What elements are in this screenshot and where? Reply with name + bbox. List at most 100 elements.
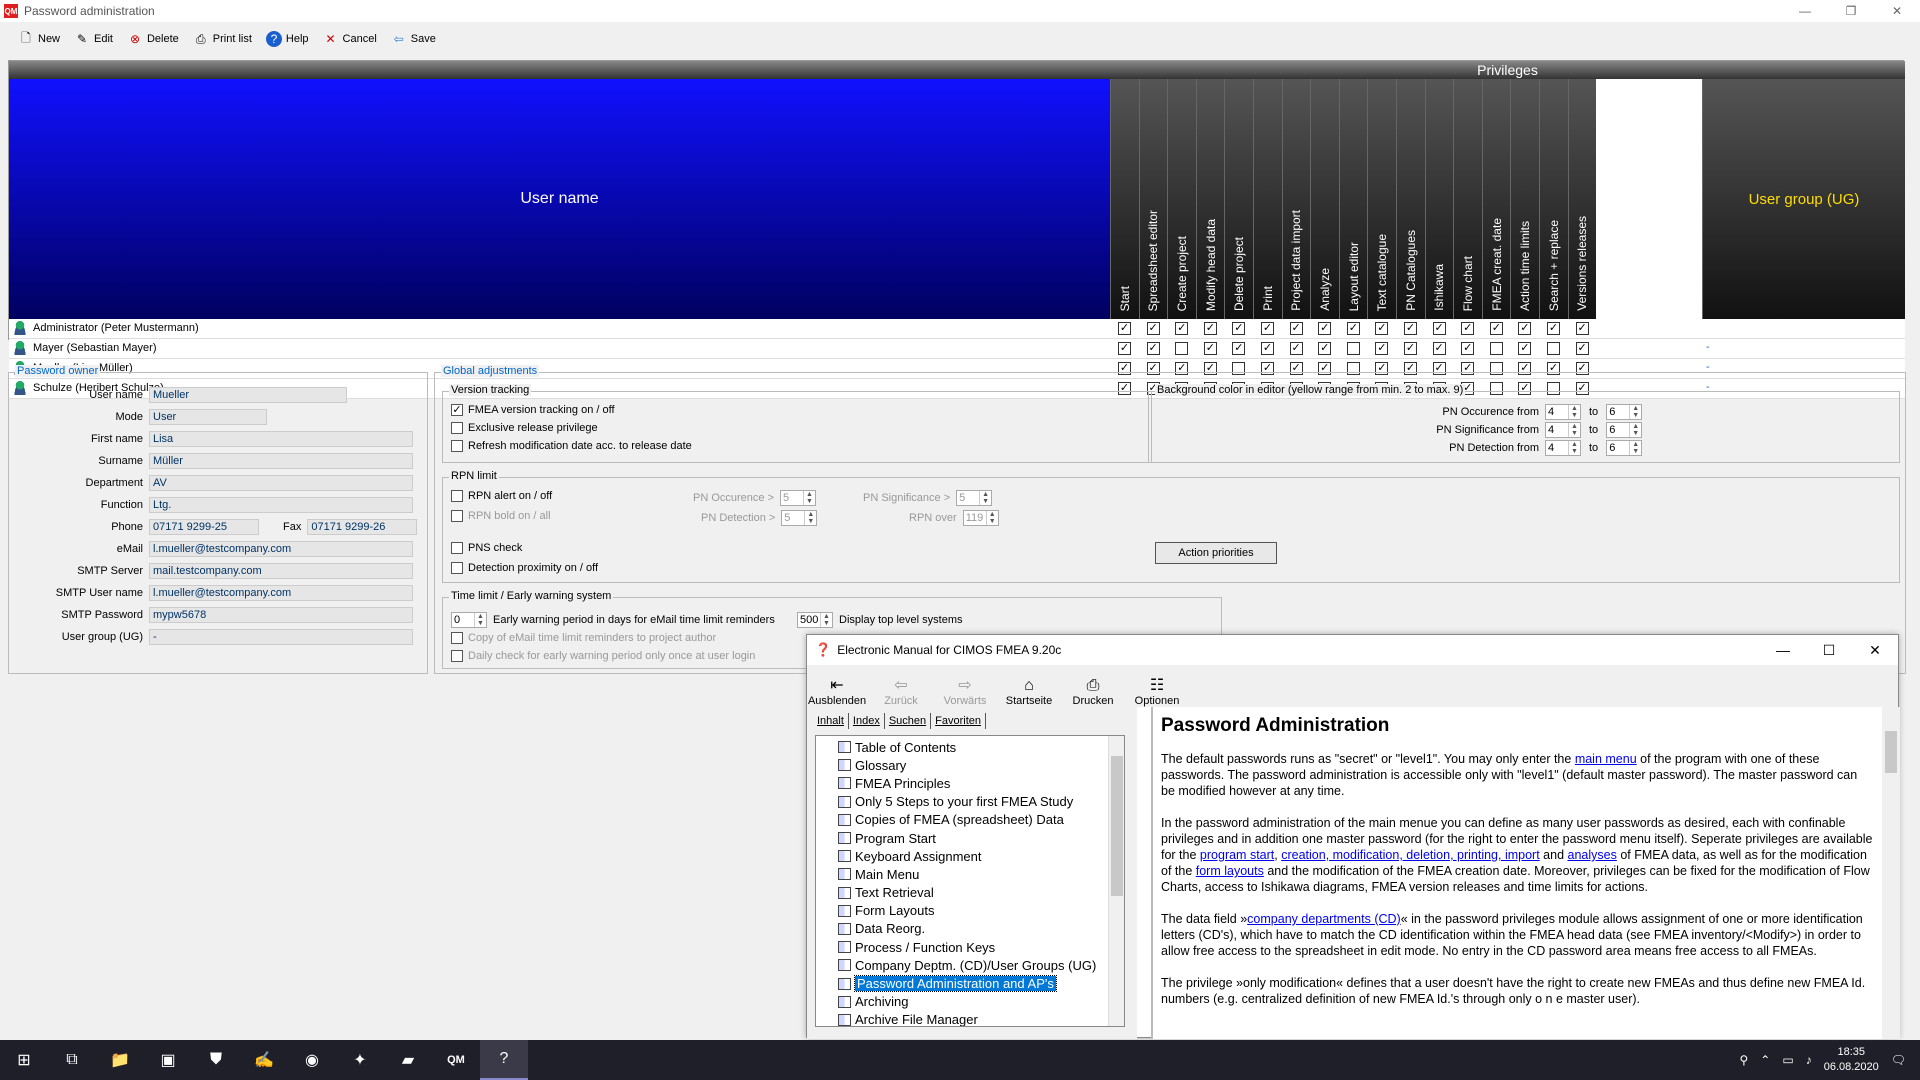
version-tracking-checkbox[interactable]: Exclusive release privilege (451, 422, 598, 434)
owner-field-value[interactable]: l.mueller@testcompany.com (149, 541, 413, 557)
privilege-checkbox[interactable]: ✓ (1175, 322, 1189, 335)
owner-field-value[interactable]: Lisa (149, 431, 413, 447)
range-from-spinner[interactable]: 4 ▲ ▼ (1545, 440, 1581, 456)
copy-reminders-checkbox[interactable]: Copy of eMail time limit reminders to pr… (451, 632, 716, 644)
column-header[interactable]: Action time limits (1510, 79, 1539, 319)
privilege-checkbox[interactable]: ✓ (1375, 322, 1389, 335)
privilege-checkbox[interactable]: ✓ (1318, 322, 1332, 335)
edit-button[interactable]: ✎ Edit (68, 28, 119, 50)
help-content-scrollbar[interactable] (1882, 707, 1900, 1039)
tray-icon[interactable]: ⌃ (1760, 1053, 1770, 1067)
acrobat-icon[interactable]: ✍ (240, 1040, 288, 1080)
privilege-checkbox[interactable]: ✓ (1518, 342, 1532, 355)
tray-icon[interactable]: ▭ (1782, 1053, 1793, 1067)
toc-item[interactable]: Only 5 Steps to your first FMEA Study (816, 793, 1124, 811)
app-icon[interactable]: ▰ (384, 1040, 432, 1080)
app-icon[interactable]: ▣ (144, 1040, 192, 1080)
occurence-limit-spinner[interactable]: 5 ▲ ▼ (780, 490, 817, 506)
fax-value[interactable]: 07171 9299-26 (307, 519, 418, 535)
daily-check-checkbox[interactable]: Daily check for early warning period onl… (451, 650, 755, 662)
rpn-alert-checkbox[interactable]: RPN alert on / off (451, 490, 552, 502)
privilege-checkbox[interactable]: ✓ (1261, 322, 1274, 335)
toc-item[interactable]: Text Retrieval (816, 884, 1124, 902)
notification-icon[interactable]: 🗨 (1891, 1053, 1906, 1067)
privilege-checkbox[interactable]: ✓ (1146, 342, 1160, 355)
privilege-checkbox[interactable]: ✓ (1289, 342, 1303, 355)
vorwärts-button[interactable]: ⇨ Vorwärts (937, 665, 993, 707)
toc-item[interactable]: Main Menu (816, 865, 1124, 883)
early-warning-days-spinner[interactable]: 0 ▲ ▼ (451, 612, 487, 628)
column-header[interactable]: FMEA creat. date (1481, 79, 1511, 319)
privilege-checkbox[interactable] (1175, 342, 1189, 355)
form-layouts-link[interactable]: form layouts (1196, 864, 1264, 878)
column-header[interactable]: Versions releases (1567, 79, 1597, 319)
rpn-bold-checkbox[interactable]: RPN bold on / all (451, 510, 551, 522)
detection-limit-spinner[interactable]: 5 ▲ ▼ (781, 510, 818, 526)
print-list-button[interactable]: ⎙ Print list (187, 28, 258, 50)
owner-field-value[interactable]: Müller (149, 453, 413, 469)
toc-item[interactable]: Process / Function Keys (816, 938, 1124, 956)
ausblenden-button[interactable]: ⇤ Ausblenden (808, 665, 866, 707)
toc-item[interactable]: Glossary (816, 756, 1124, 774)
help-app-icon[interactable]: ? (480, 1040, 528, 1080)
qm-app-icon[interactable]: QM (432, 1040, 480, 1080)
privilege-checkbox[interactable]: ✓ (1346, 322, 1360, 335)
owner-field-value[interactable]: AV (149, 475, 413, 491)
column-header[interactable]: PN Catalogues (1396, 79, 1425, 319)
column-header[interactable]: Ishikawa (1424, 79, 1454, 319)
column-header[interactable]: Flow chart (1453, 79, 1482, 319)
startseite-button[interactable]: ⌂ Startseite (1001, 665, 1057, 707)
column-header[interactable]: Create project (1167, 79, 1196, 319)
version-tracking-checkbox[interactable]: Refresh modification date acc. to releas… (451, 440, 692, 452)
privilege-checkbox[interactable]: ✓ (1461, 342, 1475, 355)
firefox-icon[interactable]: ◉ (288, 1040, 336, 1080)
privilege-checkbox[interactable]: ✓ (1146, 322, 1160, 335)
privilege-checkbox[interactable] (1547, 342, 1560, 355)
privilege-checkbox[interactable]: ✓ (1318, 342, 1332, 355)
toc-item[interactable]: Archive File Manager (816, 1011, 1124, 1026)
range-to-spinner[interactable]: 6 ▲ ▼ (1606, 404, 1643, 420)
minimize-button[interactable]: — (1760, 635, 1806, 665)
app-icon[interactable]: ✦ (336, 1040, 384, 1080)
privilege-checkbox[interactable]: ✓ (1547, 322, 1560, 335)
rpn-over-spinner[interactable]: 119 ▲ ▼ (962, 510, 999, 526)
creation-modification-link[interactable]: creation, modification, deletion, printi… (1281, 848, 1539, 862)
privilege-checkbox[interactable]: ✓ (1232, 342, 1246, 355)
owner-field-value[interactable]: - (149, 629, 413, 645)
table-row[interactable]: Mayer (Sebastian Mayer) ✓ ✓ ✓ ✓ ✓ ✓ ✓ ✓ ✓ ✓ ✓ ✓ ✓ - (9, 339, 1905, 359)
privilege-checkbox[interactable]: ✓ (1375, 342, 1389, 355)
column-header[interactable]: Analyze (1310, 79, 1339, 319)
new-button[interactable]: 🗋 New (12, 28, 66, 50)
close-button[interactable]: ✕ (1874, 0, 1920, 22)
toc-scrollbar[interactable] (1108, 736, 1124, 1026)
privilege-checkbox[interactable]: ✓ (1518, 322, 1532, 335)
tray-icon[interactable]: ♪ (1806, 1053, 1812, 1067)
privilege-checkbox[interactable] (1489, 342, 1503, 355)
range-from-spinner[interactable]: 4 ▲ ▼ (1545, 404, 1581, 420)
tab-inhalt[interactable]: Inhalt (813, 713, 849, 729)
range-to-spinner[interactable]: 6 ▲ ▼ (1606, 422, 1643, 438)
privilege-checkbox[interactable]: ✓ (1289, 322, 1303, 335)
user-group-header[interactable]: User group (UG) (1702, 79, 1905, 319)
column-header[interactable]: Project data import (1281, 79, 1311, 319)
column-header[interactable]: Search + replace (1539, 79, 1568, 319)
action-priorities-button[interactable]: Action priorities (1155, 542, 1277, 564)
privilege-checkbox[interactable] (1346, 342, 1360, 355)
column-header[interactable]: Text catalogue (1367, 79, 1396, 319)
toc-item[interactable]: Company Deptm. (CD)/User Groups (UG) (816, 956, 1124, 974)
toc-item[interactable]: Keyboard Assignment (816, 847, 1124, 865)
tab-favoriten[interactable]: Favoriten (931, 713, 987, 729)
shield-app-icon[interactable]: ⛊ (192, 1040, 240, 1080)
privilege-checkbox[interactable]: ✓ (1118, 322, 1131, 335)
owner-field-value[interactable]: 07171 9299-25 (149, 519, 259, 535)
cancel-button[interactable]: ✕ Cancel (317, 28, 383, 50)
column-header[interactable]: Print (1253, 79, 1282, 319)
privilege-checkbox[interactable]: ✓ (1575, 322, 1589, 335)
tab-index[interactable]: Index (849, 713, 885, 729)
significance-limit-spinner[interactable]: 5 ▲ ▼ (956, 490, 993, 506)
owner-field-value[interactable]: Ltg. (149, 497, 413, 513)
detection-proximity-checkbox[interactable]: Detection proximity on / off (451, 562, 598, 574)
toc-item[interactable]: Archiving (816, 993, 1124, 1011)
toc-item[interactable]: Table of Contents (816, 738, 1124, 756)
privilege-checkbox[interactable]: ✓ (1118, 342, 1131, 355)
